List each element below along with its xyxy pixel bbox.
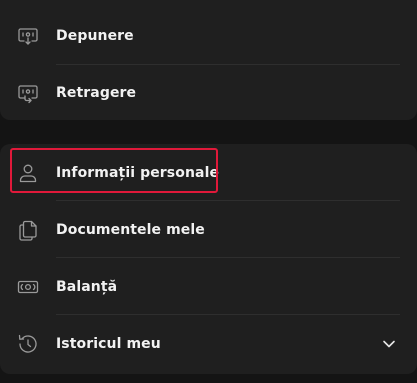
menu-item-deposit-label: Depunere	[56, 27, 134, 44]
menu-item-documents[interactable]: Documentele mele	[0, 201, 417, 258]
menu-item-withdraw-label: Retragere	[56, 84, 137, 101]
menu-item-personal-info[interactable]: Informații personale	[0, 144, 417, 201]
menu-item-personal-info-label: Informații personale	[56, 164, 220, 181]
payments-section: Depunere Retragere	[0, 0, 417, 120]
deposit-icon	[16, 24, 40, 48]
documents-icon	[16, 218, 40, 242]
balance-icon	[16, 275, 40, 299]
withdraw-icon	[16, 81, 40, 105]
account-menu: Depunere Retragere Informații personale …	[0, 0, 417, 383]
menu-item-history[interactable]: Istoricul meu	[0, 315, 417, 372]
menu-item-history-label: Istoricul meu	[56, 335, 161, 352]
menu-item-withdraw[interactable]: Retragere	[0, 64, 417, 121]
user-icon	[16, 161, 40, 185]
history-icon	[16, 332, 40, 356]
menu-item-documents-label: Documentele mele	[56, 221, 205, 238]
menu-item-deposit[interactable]: Depunere	[0, 7, 417, 64]
menu-item-balance-label: Balanță	[56, 278, 118, 295]
chevron-down-icon[interactable]	[381, 336, 397, 352]
menu-item-balance[interactable]: Balanță	[0, 258, 417, 315]
